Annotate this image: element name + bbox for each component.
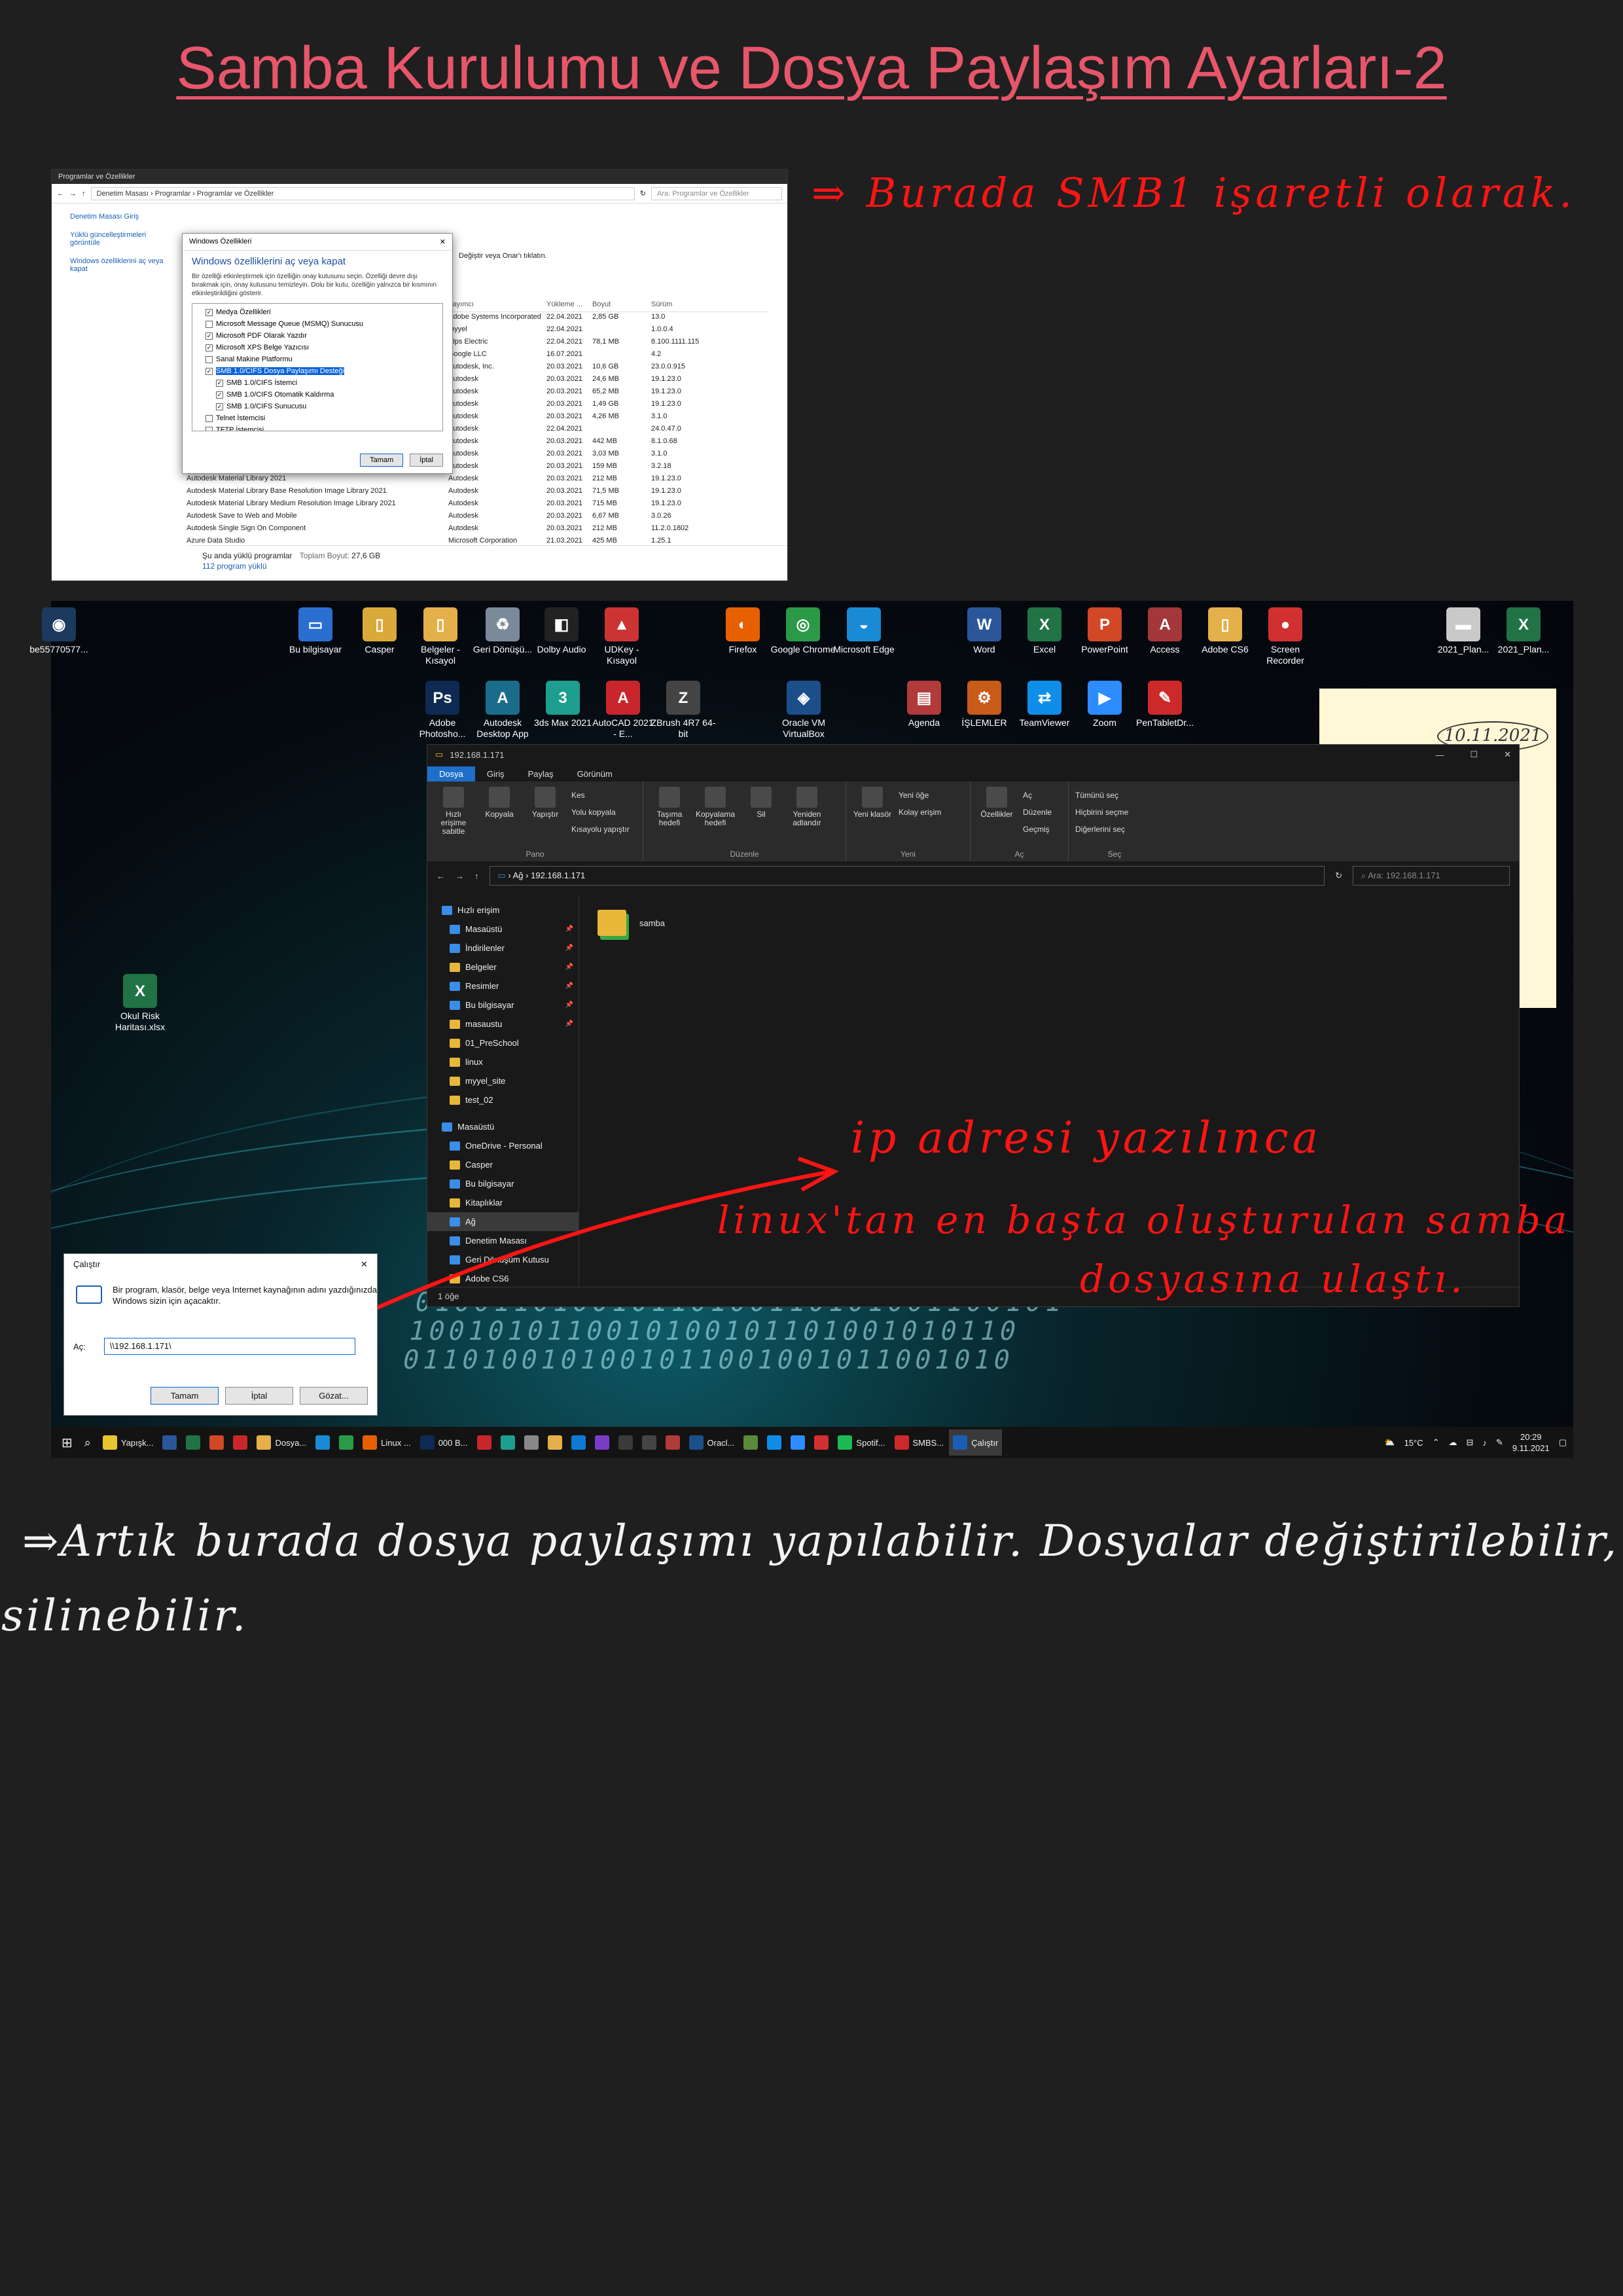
app-icon [767, 1435, 782, 1450]
taskbar-item[interactable] [205, 1429, 228, 1456]
app-icon [688, 1435, 704, 1450]
start-icon[interactable]: ⊞ [58, 1429, 77, 1456]
taskbar-item-label: Spotif... [856, 1437, 885, 1448]
run-cancel-button[interactable]: İptal [225, 1387, 293, 1405]
app-icon [102, 1435, 117, 1450]
ip-note-line3: dosyasına ulaştı. [1080, 1257, 1467, 1301]
taskbar-item[interactable] [810, 1429, 832, 1456]
taskbar-item[interactable] [312, 1429, 334, 1456]
taskbar-item[interactable] [787, 1429, 809, 1456]
taskbar-item[interactable]: Spotif... [834, 1429, 889, 1456]
pen-icon[interactable]: ✎ [1496, 1437, 1503, 1448]
app-icon [838, 1435, 853, 1450]
app-icon [419, 1435, 435, 1450]
ip-note-line1: ip adresi yazılınca [851, 1113, 1323, 1163]
taskbar-item-label: Linux ... [381, 1437, 411, 1448]
search-icon[interactable]: ⌕ [80, 1429, 95, 1456]
app-icon [257, 1435, 272, 1450]
app-icon [209, 1435, 224, 1450]
taskbar: ⊞ ⌕ Yapışk... Dosya... Linux ... 000 B... Or… [51, 1427, 1573, 1458]
taskbar-item[interactable]: Yapışk... [99, 1429, 158, 1456]
app-icon [571, 1435, 586, 1450]
volume-icon[interactable]: ♪ [1482, 1438, 1487, 1448]
taskbar-item[interactable] [567, 1429, 590, 1456]
taskbar-item[interactable] [229, 1429, 251, 1456]
taskbar-item[interactable] [638, 1429, 660, 1456]
taskbar-item[interactable] [662, 1429, 684, 1456]
taskbar-item[interactable] [158, 1429, 181, 1456]
app-icon [743, 1435, 758, 1450]
app-icon [315, 1435, 330, 1450]
clock[interactable]: 20:29 9.11.2021 [1512, 1431, 1550, 1454]
taskbar-item-label: Çalıştır [971, 1437, 999, 1448]
run-ok-button[interactable]: Tamam [151, 1387, 219, 1405]
taskbar-item-label: Oracl... [707, 1437, 735, 1448]
run-input-row: Aç: \\192.168.1.171\ [73, 1338, 355, 1355]
taskbar-apps: Yapışk... Dosya... Linux ... 000 B... Oracl.… [99, 1429, 1003, 1456]
taskbar-item-label: SMBS... [912, 1437, 944, 1448]
run-input[interactable]: \\192.168.1.171\ [103, 1338, 355, 1355]
app-icon [547, 1435, 562, 1450]
taskbar-item[interactable] [182, 1429, 204, 1456]
app-icon [641, 1435, 656, 1450]
taskbar-item[interactable]: SMBS... [891, 1429, 948, 1456]
taskbar-item[interactable] [763, 1429, 785, 1456]
notifications-icon[interactable]: ▢ [1559, 1437, 1567, 1448]
bottom-note-line2: silinebilir. [1, 1590, 249, 1641]
clock-time: 20:29 [1520, 1432, 1542, 1442]
taskbar-item-label: Dosya... [275, 1437, 307, 1448]
app-icon [665, 1435, 680, 1450]
taskbar-item[interactable]: Linux ... [359, 1429, 415, 1456]
cloud-icon[interactable]: ☁ [1449, 1437, 1457, 1448]
app-icon [791, 1435, 806, 1450]
taskbar-item-label: Yapışk... [120, 1437, 154, 1448]
network-tray-icon[interactable]: ⊟ [1467, 1437, 1474, 1448]
taskbar-item[interactable]: Dosya... [253, 1429, 310, 1456]
app-icon [233, 1435, 248, 1450]
taskbar-item[interactable] [544, 1429, 566, 1456]
run-description-wrap: Bir program, klasör, belge veya Internet… [64, 1276, 377, 1306]
taskbar-item[interactable] [497, 1429, 519, 1456]
taskbar-item[interactable]: Çalıştır [949, 1429, 1003, 1456]
red-arrow [300, 1157, 840, 1344]
taskbar-item[interactable] [740, 1429, 762, 1456]
app-icon [363, 1435, 378, 1450]
close-icon[interactable]: ✕ [361, 1259, 368, 1271]
ip-note-line2: linux'tan en başta oluşturulan samba [717, 1198, 1571, 1242]
taskbar-item[interactable]: 000 B... [416, 1429, 472, 1456]
taskbar-item[interactable] [591, 1429, 613, 1456]
taskbar-item[interactable] [520, 1429, 543, 1456]
app-icon [162, 1435, 177, 1450]
app-icon [814, 1435, 829, 1450]
app-icon [953, 1435, 968, 1450]
bottom-note-line1: ⇒Artık burada dosya paylaşımı yapılabili… [22, 1516, 1619, 1566]
app-icon [594, 1435, 609, 1450]
app-icon [500, 1435, 515, 1450]
temperature[interactable]: 15°C [1404, 1438, 1423, 1448]
taskbar-item-label: 000 B... [438, 1437, 468, 1448]
app-icon [618, 1435, 633, 1450]
run-open-label: Aç: [73, 1341, 86, 1352]
taskbar-item[interactable] [335, 1429, 357, 1456]
app-icon [339, 1435, 354, 1450]
run-icon [76, 1285, 102, 1304]
taskbar-item[interactable] [615, 1429, 637, 1456]
weather-icon[interactable]: ⛅ [1384, 1437, 1395, 1448]
app-icon [476, 1435, 491, 1450]
run-browse-button[interactable]: Gözat... [300, 1387, 368, 1405]
system-tray: ⛅ 15°C ⌃ ☁ ⊟ ♪ ✎ 20:29 9.11.2021 ▢ [1384, 1431, 1567, 1454]
run-buttons: Tamam İptal Gözat... [151, 1387, 368, 1405]
app-icon [894, 1435, 909, 1450]
app-icon [524, 1435, 539, 1450]
taskbar-item[interactable]: Oracl... [685, 1429, 739, 1456]
chevron-up-icon[interactable]: ⌃ [1433, 1437, 1440, 1448]
run-description: Bir program, klasör, belge veya Internet… [113, 1285, 377, 1306]
clock-date: 9.11.2021 [1512, 1443, 1550, 1453]
run-dialog-title: Çalıştır [73, 1259, 101, 1269]
app-icon [186, 1435, 201, 1450]
taskbar-item[interactable] [473, 1429, 495, 1456]
run-dialog: Çalıştır ✕ Bir program, klasör, belge vey… [63, 1253, 378, 1416]
